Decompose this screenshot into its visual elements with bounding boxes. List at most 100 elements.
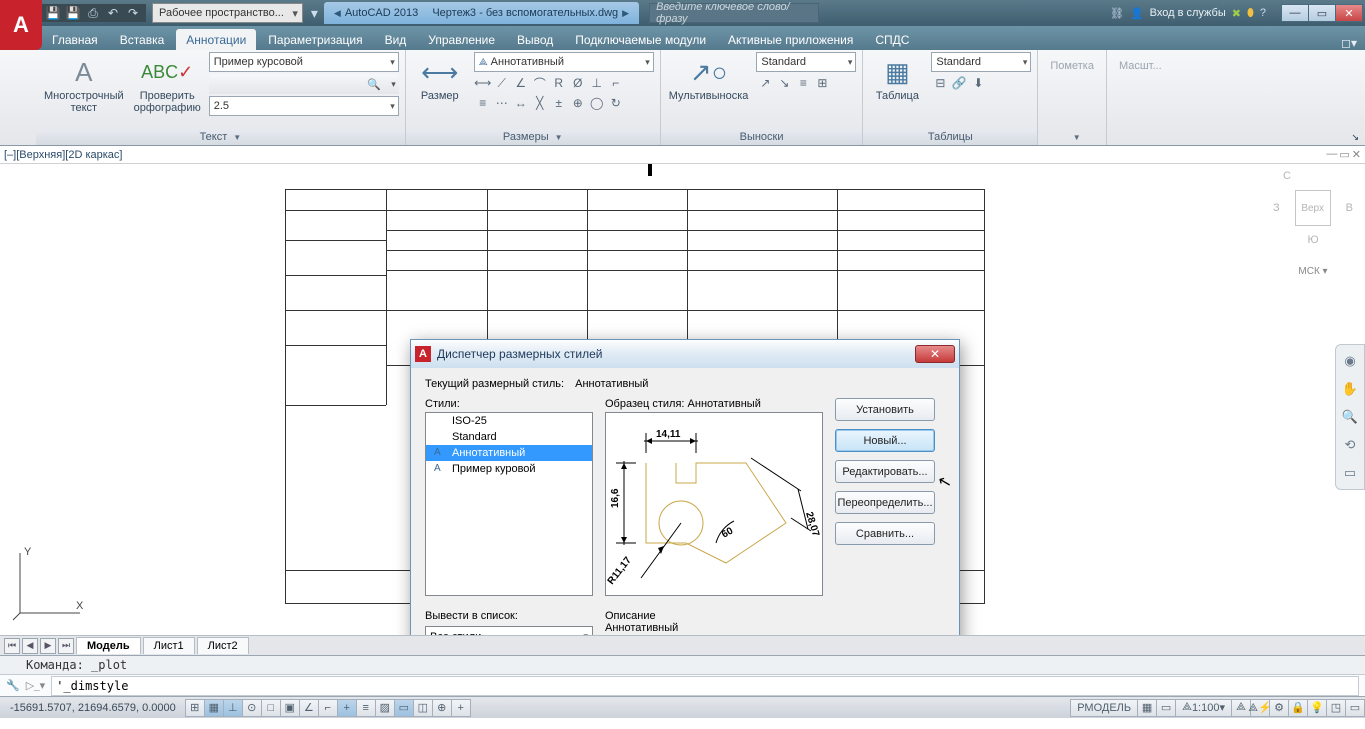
- close-button[interactable]: ✕: [1335, 4, 1363, 22]
- viewcube-top-face[interactable]: Верх: [1295, 190, 1331, 226]
- qat-undo-icon[interactable]: ↶: [104, 4, 122, 22]
- tab-plugins[interactable]: Подключаемые модули: [565, 29, 716, 50]
- text-style-dropdown[interactable]: Пример курсовой: [209, 52, 399, 72]
- compare-button[interactable]: Сравнить...: [835, 522, 935, 545]
- sb-am-icon[interactable]: ⊕: [432, 699, 452, 717]
- styles-listbox[interactable]: ISO-25 Standard Аннотативный Пример куро…: [425, 412, 593, 596]
- sb-annoauto-icon[interactable]: ⟁⚡: [1250, 699, 1270, 717]
- dim-aligned-icon[interactable]: ⟋: [493, 74, 511, 92]
- tab-view[interactable]: Вид: [375, 29, 417, 50]
- nav-pan-icon[interactable]: ✋: [1340, 379, 1360, 399]
- login-link[interactable]: Вход в службы: [1150, 7, 1226, 19]
- tab-parametric[interactable]: Параметризация: [258, 29, 372, 50]
- sb-plus-icon[interactable]: +: [451, 699, 471, 717]
- style-item-iso25[interactable]: ISO-25: [426, 413, 592, 429]
- sb-3dosnap-icon[interactable]: ▣: [280, 699, 300, 717]
- sb-osnap-icon[interactable]: □: [261, 699, 281, 717]
- sb-grid-icon[interactable]: ▦: [204, 699, 224, 717]
- dim-jog-icon[interactable]: ⌐: [607, 74, 625, 92]
- dialog-close-button[interactable]: ✕: [915, 345, 955, 363]
- panel-dims-title[interactable]: Размеры▼↘: [406, 129, 660, 145]
- tab-insert[interactable]: Вставка: [110, 29, 175, 50]
- minimize-button[interactable]: —: [1281, 4, 1309, 22]
- sb-polar-icon[interactable]: ⊙: [242, 699, 262, 717]
- sb-ducs-icon[interactable]: ⌐: [318, 699, 338, 717]
- dim-tolerance-icon[interactable]: ±: [550, 94, 568, 112]
- tab-next-icon[interactable]: ▶: [40, 638, 56, 654]
- list-filter-combo[interactable]: Все стили: [425, 626, 593, 635]
- command-input[interactable]: [51, 676, 1359, 696]
- sb-lock-icon[interactable]: 🔒: [1288, 699, 1308, 717]
- dim-space-icon[interactable]: ↔: [512, 94, 530, 112]
- document-tab[interactable]: ◀ AutoCAD 2013 Чертеж3 - без вспомогател…: [324, 2, 639, 24]
- sb-lwt-icon[interactable]: ≡: [356, 699, 376, 717]
- ribbon-collapse-icon[interactable]: ◻▾: [1333, 36, 1365, 50]
- dim-style-dropdown[interactable]: ⟁Аннотативный: [474, 52, 654, 72]
- model-tab[interactable]: Модель: [76, 637, 141, 654]
- text-height-dropdown[interactable]: 2.5: [209, 96, 399, 116]
- sb-iso-icon[interactable]: ◳: [1326, 699, 1346, 717]
- dim-arc-icon[interactable]: ⌒: [531, 74, 549, 92]
- find-text-button[interactable]: 🔍: [209, 74, 399, 94]
- tab-prev-icon[interactable]: ◀: [22, 638, 38, 654]
- sb-transp-icon[interactable]: ▨: [375, 699, 395, 717]
- tab-spds[interactable]: СПДС: [865, 29, 919, 50]
- exchange-icon[interactable]: ⛓: [1110, 7, 1124, 20]
- panel-text-title[interactable]: Текст▼: [36, 129, 405, 145]
- vp-close-icon[interactable]: ✕: [1352, 148, 1361, 161]
- style-item-standard[interactable]: Standard: [426, 429, 592, 445]
- scale-button[interactable]: Масшт...: [1113, 56, 1168, 76]
- sb-clean-icon[interactable]: ▭: [1345, 699, 1365, 717]
- doc-next-icon[interactable]: ▶: [622, 8, 629, 19]
- sb-otrack-icon[interactable]: ∠: [299, 699, 319, 717]
- doc-prev-icon[interactable]: ◀: [334, 8, 341, 19]
- table-style-dropdown[interactable]: Standard: [931, 52, 1031, 72]
- tab-output[interactable]: Вывод: [507, 29, 563, 50]
- leader-align-icon[interactable]: ≡: [794, 74, 812, 92]
- table-download-icon[interactable]: ⬇: [969, 74, 987, 92]
- leader-style-dropdown[interactable]: Standard: [756, 52, 856, 72]
- autodesk-icon[interactable]: ⬮: [1247, 7, 1254, 20]
- sb-sc-icon[interactable]: ◫: [413, 699, 433, 717]
- qat-plot-icon[interactable]: ⎙: [84, 4, 102, 22]
- dim-linear-icon[interactable]: ⟷: [474, 74, 492, 92]
- dialog-titlebar[interactable]: A Диспетчер размерных стилей ✕: [411, 340, 959, 368]
- xchange-icon[interactable]: ✖: [1232, 7, 1241, 20]
- panel-leaders-title[interactable]: Выноски↘: [661, 129, 863, 145]
- dim-break-icon[interactable]: ╳: [531, 94, 549, 112]
- help-icon[interactable]: ?: [1260, 7, 1266, 19]
- sb-dyn-icon[interactable]: +: [337, 699, 357, 717]
- leader-collect-icon[interactable]: ⊞: [813, 74, 831, 92]
- panel-tables-title[interactable]: Таблицы↘: [863, 129, 1037, 145]
- table-button[interactable]: ▦ Таблица: [869, 52, 925, 106]
- sb-ws-icon[interactable]: ⚙: [1269, 699, 1289, 717]
- viewport-label[interactable]: [–][Верхняя][2D каркас] — ▭ ✕: [0, 146, 1365, 164]
- maximize-button[interactable]: ▭: [1308, 4, 1336, 22]
- dim-inspect-icon[interactable]: ◯: [588, 94, 606, 112]
- spellcheck-button[interactable]: ABC✓ Проверитьорфографию: [132, 52, 203, 118]
- drawing-canvas[interactable]: С ЗВерхВ Ю МСК ▾ ◉ ✋ 🔍 ⟲ ▭ YX A Диспетче…: [0, 164, 1365, 635]
- vp-maximize-icon[interactable]: ▭: [1339, 148, 1349, 161]
- cmd-handle-icon[interactable]: 🔧: [6, 679, 20, 692]
- mleader-button[interactable]: ↗○ Мультивыноска: [667, 52, 751, 106]
- modify-button[interactable]: Редактировать...: [835, 460, 935, 483]
- tab-manage[interactable]: Управление: [418, 29, 505, 50]
- table-extract-icon[interactable]: ⊟: [931, 74, 949, 92]
- layout2-tab[interactable]: Лист2: [197, 637, 249, 654]
- nav-wheel-icon[interactable]: ◉: [1340, 351, 1360, 371]
- coordinates[interactable]: -15691.5707, 21694.6579, 0.0000: [0, 702, 186, 714]
- annotation-scale[interactable]: ⟁ 1:100▾: [1175, 699, 1232, 717]
- dim-center-icon[interactable]: ⊕: [569, 94, 587, 112]
- nav-zoom-icon[interactable]: 🔍: [1340, 407, 1360, 427]
- workspace-dropdown[interactable]: Рабочее пространство...: [152, 3, 303, 23]
- style-item-primer[interactable]: Пример куровой: [426, 461, 592, 477]
- set-current-button[interactable]: Установить: [835, 398, 935, 421]
- vp-minimize-icon[interactable]: —: [1326, 148, 1337, 161]
- sb-qp-icon[interactable]: ▭: [394, 699, 414, 717]
- wcs-label[interactable]: МСК ▾: [1273, 266, 1353, 277]
- model-space-button[interactable]: РМОДЕЛЬ: [1070, 699, 1138, 717]
- nav-orbit-icon[interactable]: ⟲: [1340, 435, 1360, 455]
- layout1-tab[interactable]: Лист1: [143, 637, 195, 654]
- override-button[interactable]: Переопределить...: [835, 491, 935, 514]
- dim-radius-icon[interactable]: R: [550, 74, 568, 92]
